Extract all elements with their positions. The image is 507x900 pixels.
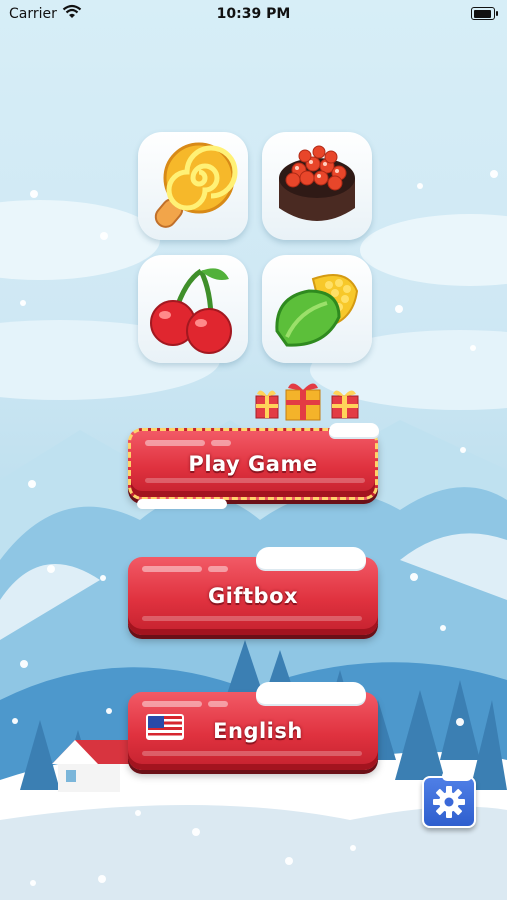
tile-cherries bbox=[138, 255, 248, 363]
corn-icon bbox=[275, 274, 359, 347]
language-label: English bbox=[213, 719, 303, 743]
tile-lollipop bbox=[138, 132, 248, 240]
cherries-icon bbox=[150, 268, 232, 354]
play-game-button[interactable]: Play Game bbox=[128, 423, 379, 509]
tile-sushi bbox=[262, 132, 372, 240]
tile-corn bbox=[262, 255, 372, 363]
gift-boxes-decoration bbox=[255, 383, 359, 421]
battery-icon bbox=[471, 7, 498, 20]
language-button[interactable]: English bbox=[128, 682, 378, 770]
gear-icon bbox=[433, 786, 465, 818]
giftbox-label: Giftbox bbox=[207, 584, 299, 608]
play-game-label: Play Game bbox=[188, 452, 318, 476]
lollipop-icon bbox=[154, 142, 238, 228]
giftbox-button[interactable]: Giftbox bbox=[128, 547, 378, 635]
settings-button[interactable] bbox=[422, 771, 476, 828]
status-bar: Carrier 10:39 PM bbox=[0, 0, 507, 28]
us-flag-icon bbox=[146, 714, 184, 740]
sushi-roe-icon bbox=[279, 145, 355, 221]
clock-time: 10:39 PM bbox=[216, 6, 291, 22]
